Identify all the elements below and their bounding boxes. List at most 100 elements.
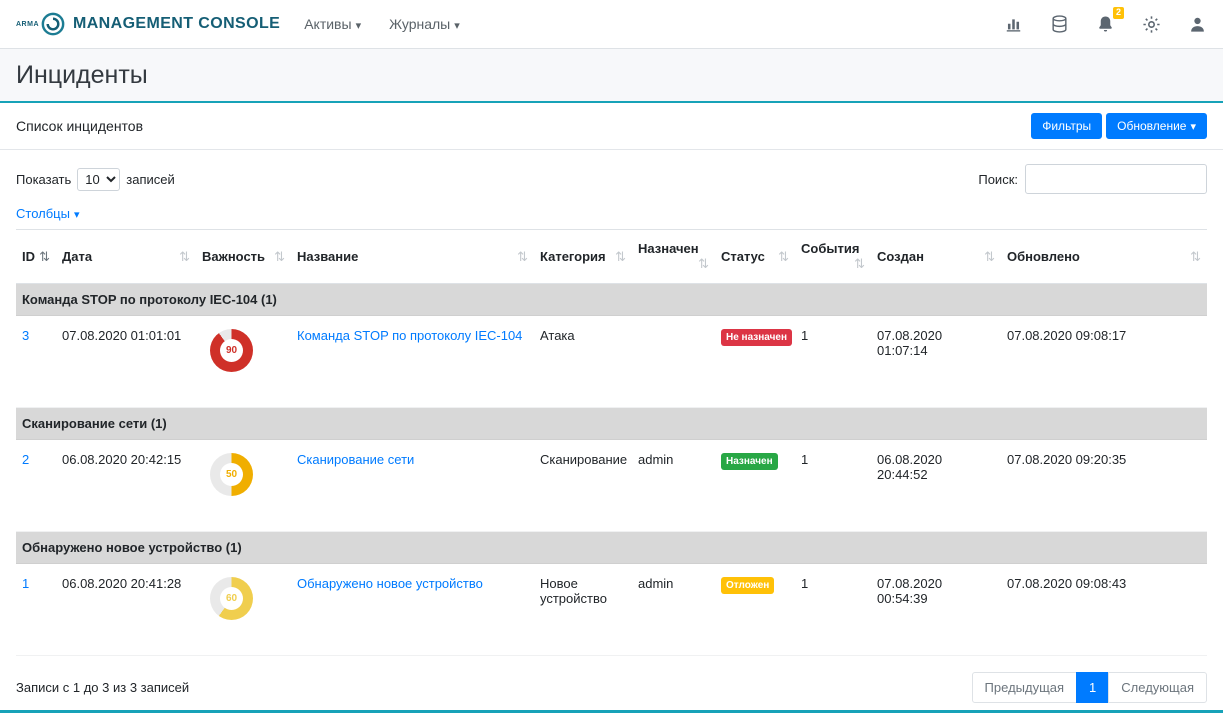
incident-severity-cell: 60 (196, 564, 291, 656)
incidents-card: Список инцидентов Фильтры Обновление Пок… (0, 103, 1223, 719)
incident-updated: 07.08.2020 09:20:35 (1001, 440, 1207, 532)
col-header-category[interactable]: Категория (534, 230, 632, 284)
filters-button[interactable]: Фильтры (1031, 113, 1102, 139)
sort-icon (274, 249, 285, 265)
col-header-label: Категория (540, 249, 606, 264)
brand[interactable]: ARMA MANAGEMENT CONSOLE (16, 11, 280, 37)
incident-name-cell: Команда STOP по протоколу IEC-104 (291, 316, 534, 408)
incident-id-cell: 2 (16, 440, 56, 532)
chevron-down-icon (74, 206, 80, 221)
search-box: Поиск: (978, 164, 1207, 194)
incidents-table: ID Дата Важность Название Категория Назн… (16, 229, 1207, 656)
page-length-select[interactable]: 10 (77, 168, 120, 191)
incident-name-link[interactable]: Сканирование сети (297, 452, 414, 467)
col-header-label: События (801, 241, 859, 256)
col-header-label: Статус (721, 249, 765, 264)
sort-icon (179, 249, 190, 265)
search-label: Поиск: (978, 172, 1018, 187)
col-header-name[interactable]: Название (291, 230, 534, 284)
filters-button-label: Фильтры (1042, 119, 1091, 133)
sort-icon (778, 249, 789, 265)
incident-name-cell: Сканирование сети (291, 440, 534, 532)
chevron-down-icon (356, 16, 362, 32)
chart-icon[interactable] (1004, 15, 1023, 34)
incident-status-cell: Назначен (715, 440, 795, 532)
incident-status-cell: Отложен (715, 564, 795, 656)
pagination-prev[interactable]: Предыдущая (972, 672, 1078, 703)
status-badge: Не назначен (721, 329, 792, 346)
col-header-label: Важность (202, 249, 265, 264)
group-header-row: Обнаружено новое устройство (1) (16, 532, 1207, 564)
columns-dropdown[interactable]: Столбцы (16, 206, 80, 221)
group-title: Обнаружено новое устройство (1) (16, 532, 1207, 564)
page-header: Инциденты (0, 49, 1223, 103)
incident-category: Сканирование (534, 440, 632, 532)
incident-created: 07.08.2020 00:54:39 (871, 564, 1001, 656)
nav-menu: Активы Журналы (304, 16, 460, 32)
page-title: Инциденты (16, 61, 1207, 90)
incident-severity-cell: 90 (196, 316, 291, 408)
gear-icon[interactable] (1142, 15, 1161, 34)
col-header-label: Название (297, 249, 358, 264)
col-header-id[interactable]: ID (16, 230, 56, 284)
col-header-label: ID (22, 249, 35, 264)
show-entries-prefix: Показать (16, 172, 71, 187)
incident-row: 3 07.08.2020 01:01:01 90 Команда STOP по пр… (16, 316, 1207, 408)
arma-logo-icon (40, 11, 66, 37)
incident-date: 06.08.2020 20:41:28 (56, 564, 196, 656)
incident-assigned: admin (632, 440, 715, 532)
nav-item-label: Журналы (389, 16, 450, 32)
group-title: Сканирование сети (1) (16, 408, 1207, 440)
notification-badge: 2 (1113, 7, 1124, 19)
incident-name-link[interactable]: Команда STOP по протоколу IEC-104 (297, 328, 522, 343)
incident-name-link[interactable]: Обнаружено новое устройство (297, 576, 483, 591)
incident-id-cell: 3 (16, 316, 56, 408)
incident-id-link[interactable]: 1 (22, 576, 29, 591)
records-info: Записи с 1 до 3 из 3 записей (16, 680, 189, 695)
nav-item-label: Активы (304, 16, 351, 32)
incident-name-cell: Обнаружено новое устройство (291, 564, 534, 656)
col-header-label: Назначен (638, 241, 699, 256)
col-header-assigned[interactable]: Назначен (632, 230, 715, 284)
incident-events: 1 (795, 564, 871, 656)
bell-icon[interactable]: 2 (1096, 14, 1115, 34)
severity-donut: 90 (210, 329, 253, 372)
pagination-page-1[interactable]: 1 (1076, 672, 1109, 703)
col-header-created[interactable]: Создан (871, 230, 1001, 284)
database-icon[interactable] (1050, 14, 1069, 34)
pagination-next[interactable]: Следующая (1108, 672, 1207, 703)
incident-events: 1 (795, 440, 871, 532)
col-header-updated[interactable]: Обновлено (1001, 230, 1207, 284)
brand-title: MANAGEMENT CONSOLE (73, 15, 280, 33)
status-badge: Назначен (721, 453, 778, 470)
status-badge: Отложен (721, 577, 774, 594)
nav-item-journals[interactable]: Журналы (389, 16, 460, 32)
user-icon[interactable] (1188, 15, 1207, 34)
search-input[interactable] (1025, 164, 1207, 194)
columns-toggle-wrap: Столбцы (0, 198, 1223, 229)
brand-prefix: ARMA (16, 21, 39, 28)
sort-icon (854, 256, 865, 272)
incident-row: 206.08.2020 20:42:1550Сканирование сетиС… (16, 440, 1207, 532)
nav-item-assets[interactable]: Активы (304, 16, 361, 32)
col-header-date[interactable]: Дата (56, 230, 196, 284)
show-entries: Показать 10 записей (16, 168, 175, 191)
refresh-button[interactable]: Обновление (1106, 113, 1207, 139)
col-header-severity[interactable]: Важность (196, 230, 291, 284)
severity-value: 90 (226, 345, 237, 356)
group-title: Команда STOP по протоколу IEC-104 (1) (16, 284, 1207, 316)
col-header-events[interactable]: События (795, 230, 871, 284)
col-header-label: Обновлено (1007, 249, 1080, 264)
incidents-table-body: Команда STOP по протоколу IEC-104 (1) 3 07… (16, 284, 1207, 656)
incident-date: 07.08.2020 01:01:01 (56, 316, 196, 408)
severity-value: 60 (226, 593, 237, 604)
incident-category: Новое устройство (534, 564, 632, 656)
top-navbar: ARMA MANAGEMENT CONSOLE Активы Журналы 2 (0, 0, 1223, 49)
table-controls: Показать 10 записей Поиск: (0, 150, 1223, 198)
severity-donut: 60 (210, 577, 253, 620)
col-header-status[interactable]: Статус (715, 230, 795, 284)
group-header-row: Сканирование сети (1) (16, 408, 1207, 440)
incident-id-link[interactable]: 3 (22, 328, 29, 343)
group-header-row: Команда STOP по протоколу IEC-104 (1) (16, 284, 1207, 316)
incident-id-link[interactable]: 2 (22, 452, 29, 467)
